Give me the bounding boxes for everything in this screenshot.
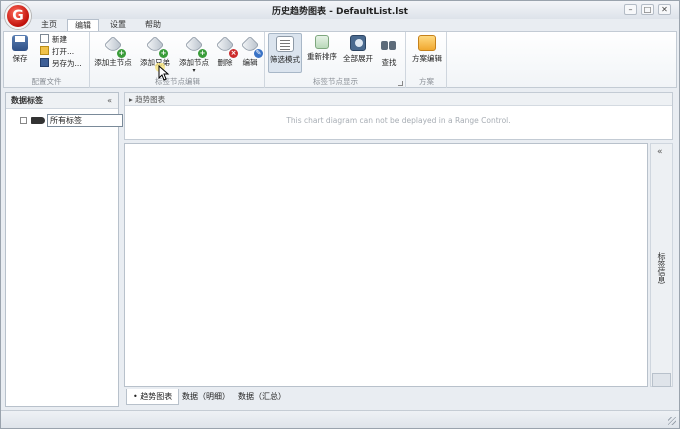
data-tags-panel: 数据标签 « 所有标签 xyxy=(5,92,123,407)
open-label: 打开... xyxy=(52,47,75,56)
edit-label: 编辑 xyxy=(242,58,258,67)
maximize-button[interactable]: □ xyxy=(641,4,654,15)
close-button[interactable]: ✕ xyxy=(658,4,671,15)
tab-data-summary[interactable]: 数据（汇总） xyxy=(232,389,292,405)
collapse-right-icon[interactable]: « xyxy=(657,147,663,157)
resort-label: 重新排序 xyxy=(307,52,337,61)
group-tag-node-display: 筛选模式 重新排序 全部展开 查找 标签节点显示 xyxy=(266,32,406,88)
add-main-node-label: 添加主节点 xyxy=(94,58,132,67)
minimize-button[interactable]: – xyxy=(624,4,637,15)
tab-trend-chart-label: 趋势图表 xyxy=(140,392,173,401)
mouse-cursor-icon xyxy=(155,63,170,81)
chart-area[interactable] xyxy=(124,143,648,387)
new-button[interactable]: 新建 xyxy=(40,34,67,45)
save-as-label: 另存为... xyxy=(52,59,82,68)
filter-mode-label: 筛选模式 xyxy=(270,55,300,64)
open-button[interactable]: 打开... xyxy=(40,46,74,57)
dialog-launcher-icon[interactable] xyxy=(398,81,403,86)
tab-help[interactable]: 帮助 xyxy=(138,19,168,31)
save-as-button[interactable]: 另存为... xyxy=(40,58,82,69)
tree-node-label[interactable]: 所有标签 xyxy=(47,114,123,127)
group-config-file: 保存 新建 打开... 另存为... 配置文件 xyxy=(4,32,90,88)
overview-title: 趋势图表 xyxy=(135,95,166,104)
group-scheme-label: 方案 xyxy=(419,77,434,86)
sort-icon xyxy=(315,35,329,49)
scheme-edit-label: 方案编辑 xyxy=(412,54,442,63)
binoculars-icon xyxy=(379,35,399,55)
node-checkbox[interactable] xyxy=(20,117,27,124)
app-logo-icon[interactable]: G xyxy=(5,3,31,29)
trend-overview-panel: ▸ 趋势图表 This chart diagram can not be dep… xyxy=(124,92,673,140)
save-button[interactable]: 保存 xyxy=(7,35,33,64)
delete-label: 删除 xyxy=(217,58,233,67)
collapse-left-icon[interactable]: « xyxy=(107,93,112,109)
add-node-label: 添加节点 xyxy=(179,58,209,67)
floppy-icon xyxy=(12,35,28,51)
ribbon: 保存 新建 打开... 另存为... 配置文件 + 添加主节点 + 添加兄弟 +… xyxy=(3,31,677,88)
new-label: 新建 xyxy=(52,35,67,44)
edit-button[interactable]: ✎ 编辑 xyxy=(239,35,263,68)
app-window: 历史趋势图表 - DefaultList.lst – □ ✕ G 主页 编辑 设… xyxy=(0,0,680,429)
filter-list-icon xyxy=(276,36,294,52)
expand-icon xyxy=(350,35,366,51)
tab-home[interactable]: 主页 xyxy=(35,19,63,31)
scheme-folder-icon xyxy=(418,35,436,51)
add-node-button[interactable]: + 添加节点 ▾ xyxy=(176,35,212,74)
window-title: 历史趋势图表 - DefaultList.lst xyxy=(271,7,408,17)
tab-data-detail[interactable]: 数据（明细） xyxy=(176,389,236,405)
expand-all-label: 全部展开 xyxy=(343,54,373,63)
chevron-down-icon[interactable]: ▾ xyxy=(176,68,212,74)
group-scheme: 方案编辑 方案 xyxy=(407,32,447,88)
expand-all-button[interactable]: 全部展开 xyxy=(342,35,374,64)
tree-node-all-tags[interactable]: 所有标签 xyxy=(20,114,123,127)
add-main-node-button[interactable]: + 添加主节点 xyxy=(93,35,133,68)
group-config-label: 配置文件 xyxy=(31,77,62,86)
resort-button[interactable]: 重新排序 xyxy=(306,35,338,62)
side-panel-button[interactable] xyxy=(652,373,671,387)
tab-trend-chart[interactable]: • 趋势图表 xyxy=(126,389,180,405)
filter-mode-button[interactable]: 筛选模式 xyxy=(268,33,302,73)
group-tag-edit-label: 标签节点编辑 xyxy=(155,77,200,86)
overview-header: ▸ 趋势图表 xyxy=(125,93,672,106)
find-label: 查找 xyxy=(381,58,397,67)
tab-settings[interactable]: 设置 xyxy=(103,19,133,31)
tag-add-sibling-icon: + xyxy=(145,35,168,58)
status-bar xyxy=(1,410,679,428)
view-tabs: • 趋势图表 数据（明细） 数据（汇总） xyxy=(124,389,673,405)
tag-info-panel: « 标签信息 xyxy=(650,143,673,387)
save-label: 保存 xyxy=(12,54,28,63)
data-tags-title: 数据标签 xyxy=(11,96,43,105)
group-tag-node-edit: + 添加主节点 + 添加兄弟 + 添加节点 ▾ × 删除 ✎ 编辑 标签节点编辑 xyxy=(91,32,265,88)
tag-add-icon: + xyxy=(184,35,207,58)
data-tags-header: 数据标签 « xyxy=(6,93,118,109)
group-tag-display-label: 标签节点显示 xyxy=(313,77,358,86)
tag-icon xyxy=(31,117,45,124)
scheme-edit-button[interactable]: 方案编辑 xyxy=(409,35,445,64)
overview-message: This chart diagram can not be deplayed i… xyxy=(286,116,511,125)
save-as-icon xyxy=(40,58,49,67)
delete-button[interactable]: × 删除 xyxy=(214,35,238,68)
title-bar: 历史趋势图表 - DefaultList.lst – □ ✕ xyxy=(1,1,679,19)
find-button[interactable]: 查找 xyxy=(377,35,401,68)
ribbon-tabs: 主页 编辑 设置 帮助 xyxy=(1,19,679,32)
resize-grip-icon[interactable] xyxy=(668,417,676,425)
folder-icon xyxy=(40,46,49,55)
tag-info-label[interactable]: 标签信息 xyxy=(656,252,667,284)
new-document-icon xyxy=(40,34,49,43)
tag-delete-icon: × xyxy=(215,35,238,58)
tag-add-main-icon: + xyxy=(103,35,126,58)
tag-edit-icon: ✎ xyxy=(240,35,263,58)
